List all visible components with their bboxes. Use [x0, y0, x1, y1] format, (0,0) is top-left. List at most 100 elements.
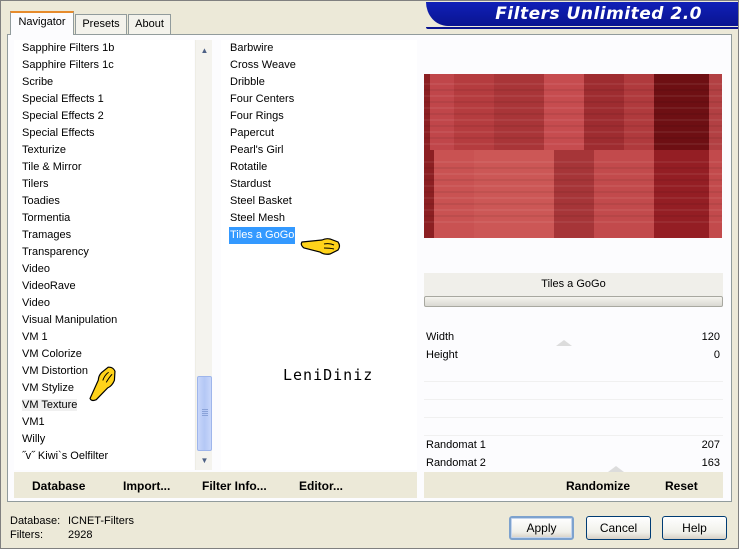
- param-value: 207: [701, 439, 720, 451]
- category-label: Sapphire Filters 1c: [22, 59, 114, 71]
- apply-button[interactable]: Apply: [509, 516, 574, 540]
- category-item[interactable]: Toadies: [14, 193, 194, 210]
- param-randomat-2[interactable]: Randomat 2 163: [424, 454, 723, 472]
- status-label: Filters:: [10, 529, 43, 541]
- category-item[interactable]: ˝v˝ Kiwi`s Oelfilter: [14, 448, 194, 465]
- category-label: Sapphire Filters 1b: [22, 42, 115, 54]
- reset-button[interactable]: Reset: [665, 479, 698, 493]
- category-item[interactable]: Scribe: [14, 74, 194, 91]
- category-item[interactable]: Willy: [14, 431, 194, 448]
- category-label: VM Stylize: [22, 382, 74, 394]
- category-item[interactable]: Tormentia: [14, 210, 194, 227]
- filter-preview: [424, 74, 722, 238]
- tab-about[interactable]: About: [128, 14, 171, 34]
- param-value: 120: [701, 331, 720, 343]
- category-item[interactable]: Visual Manipulation: [14, 312, 194, 329]
- status-label: Database:: [10, 515, 61, 527]
- title-banner: Filters Unlimited 2.0: [426, 2, 738, 29]
- help-button[interactable]: Help: [662, 516, 727, 540]
- pointing-hand-icon: [300, 238, 341, 255]
- category-label: Video: [22, 297, 50, 309]
- param-value: 163: [701, 457, 720, 469]
- category-label: ˝v˝ Kiwi`s Oelfilter: [22, 450, 109, 462]
- category-item[interactable]: Video: [14, 295, 194, 312]
- scrollbar-thumb[interactable]: [197, 376, 212, 451]
- scroll-down-icon[interactable]: ▼: [196, 452, 213, 469]
- tab-presets[interactable]: Presets: [75, 14, 127, 34]
- param-width[interactable]: Width 120: [424, 328, 723, 346]
- category-scrollbar[interactable]: ▲ ▼: [195, 40, 212, 470]
- category-item[interactable]: Sapphire Filters 1c: [14, 57, 194, 74]
- category-label: Transparency: [22, 246, 89, 258]
- category-label: Visual Manipulation: [22, 314, 118, 326]
- param-label: Height: [426, 349, 458, 361]
- editor-button[interactable]: Editor...: [299, 479, 343, 493]
- category-item[interactable]: VideoRave: [14, 278, 194, 295]
- category-label: Special Effects 1: [22, 93, 104, 105]
- filter-item[interactable]: Papercut: [229, 125, 275, 142]
- filter-item[interactable]: Four Centers: [229, 91, 295, 108]
- category-item[interactable]: Video: [14, 261, 194, 278]
- param-slot-empty: [424, 382, 723, 400]
- tab-navigator[interactable]: Navigator: [10, 11, 74, 35]
- database-button[interactable]: Database: [32, 479, 85, 493]
- category-label: Tramages: [22, 229, 72, 241]
- status-database: Database: ICNET-Filters: [10, 515, 134, 527]
- param-slot-empty: [424, 400, 723, 418]
- category-label: Tormentia: [22, 212, 71, 224]
- category-item[interactable]: Tile & Mirror: [14, 159, 194, 176]
- category-item[interactable]: VM 1: [14, 329, 194, 346]
- author-logo: LeniDiniz: [283, 366, 374, 384]
- category-label: VideoRave: [22, 280, 76, 292]
- filter-item[interactable]: Rotatile: [229, 159, 268, 176]
- left-button-bar: Database Import... Filter Info... Editor…: [14, 472, 417, 498]
- filter-item[interactable]: Tiles a GoGo: [229, 227, 296, 244]
- filter-item[interactable]: Stardust: [229, 176, 272, 193]
- category-item[interactable]: Sapphire Filters 1b: [14, 40, 194, 57]
- param-slot-empty: [424, 364, 723, 382]
- category-item[interactable]: VM1: [14, 414, 194, 431]
- category-label: Special Effects: [22, 127, 95, 139]
- randomize-button[interactable]: Randomize: [566, 479, 630, 493]
- filter-item[interactable]: Steel Mesh: [229, 210, 286, 227]
- category-label: Toadies: [22, 195, 60, 207]
- app-title: Filters Unlimited 2.0: [495, 4, 702, 24]
- category-item[interactable]: Texturize: [14, 142, 194, 159]
- category-label: Scribe: [22, 76, 54, 88]
- category-label: VM Distortion: [22, 365, 89, 377]
- category-item[interactable]: Special Effects: [14, 125, 194, 142]
- status-value: 2928: [68, 529, 93, 541]
- param-randomat-1[interactable]: Randomat 1 207: [424, 436, 723, 454]
- filter-item[interactable]: Cross Weave: [229, 57, 297, 74]
- grip-icon: [202, 409, 208, 417]
- category-label: VM Colorize: [22, 348, 82, 360]
- category-label: VM Texture: [22, 399, 78, 411]
- category-item[interactable]: Special Effects 1: [14, 91, 194, 108]
- category-item[interactable]: Transparency: [14, 244, 194, 261]
- param-label: Width: [426, 331, 455, 343]
- filter-item[interactable]: Steel Basket: [229, 193, 293, 210]
- param-slot-empty: [424, 418, 723, 436]
- scroll-up-icon[interactable]: ▲: [196, 42, 213, 59]
- category-label: Special Effects 2: [22, 110, 104, 122]
- category-item[interactable]: Tramages: [14, 227, 194, 244]
- filter-item[interactable]: Four Rings: [229, 108, 285, 125]
- category-label: Texturize: [22, 144, 67, 156]
- filter-progress-bar: [424, 296, 723, 307]
- param-label: Randomat 2: [426, 457, 486, 469]
- status-value: ICNET-Filters: [68, 515, 134, 527]
- category-label: Willy: [22, 433, 46, 445]
- category-label: Tilers: [22, 178, 49, 190]
- filter-item[interactable]: Pearl's Girl: [229, 142, 284, 159]
- status-filters: Filters: 2928: [10, 529, 92, 541]
- filter-item[interactable]: Dribble: [229, 74, 266, 91]
- category-item[interactable]: Special Effects 2: [14, 108, 194, 125]
- import-button[interactable]: Import...: [123, 479, 170, 493]
- param-height[interactable]: Height 0: [424, 346, 723, 364]
- filter-item[interactable]: Barbwire: [229, 40, 274, 57]
- filter-info-button[interactable]: Filter Info...: [202, 479, 267, 493]
- category-item[interactable]: Tilers: [14, 176, 194, 193]
- param-value: 0: [713, 349, 720, 361]
- filter-name-header: Tiles a GoGo: [424, 273, 723, 296]
- cancel-button[interactable]: Cancel: [586, 516, 651, 540]
